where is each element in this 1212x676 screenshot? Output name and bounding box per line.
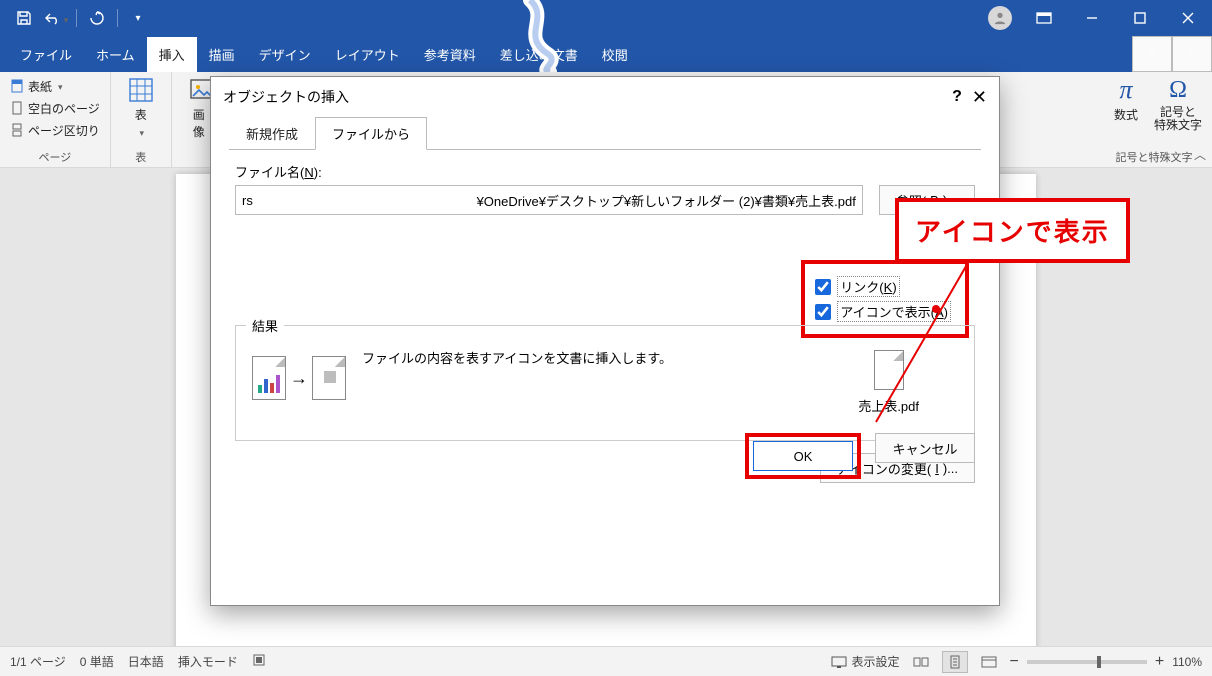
tab-draw[interactable]: 描画	[197, 37, 247, 72]
status-display-settings[interactable]: 表示設定	[831, 653, 899, 670]
account-avatar[interactable]	[988, 6, 1012, 30]
ok-button-highlight: OK	[745, 433, 861, 479]
title-bar: ▾	[0, 0, 1212, 36]
display-as-icon-checkbox[interactable]: アイコンで表示(A)	[815, 301, 951, 322]
filename-label: ファイル名(N):	[235, 162, 975, 181]
ribbon-display-icon[interactable]	[1020, 0, 1068, 36]
link-checkbox[interactable]: リンク(K)	[815, 276, 951, 297]
result-legend: 結果	[246, 316, 284, 335]
ribbon-group-label: ページ	[10, 147, 100, 165]
tab-create-new[interactable]: 新規作成	[229, 117, 315, 150]
status-words[interactable]: 0 単語	[80, 653, 114, 670]
tab-mailings[interactable]: 差し込み文書	[488, 37, 590, 72]
display-as-icon-checkbox-input[interactable]	[815, 304, 831, 320]
zoom-in-icon[interactable]: +	[1155, 653, 1164, 671]
ribbon-group-label: 記号と特殊文字	[1106, 147, 1202, 165]
qat-customize-icon[interactable]: ▾	[122, 4, 154, 32]
tab-design[interactable]: デザイン	[247, 37, 323, 72]
cancel-button[interactable]: キャンセル	[875, 433, 975, 463]
view-web-icon[interactable]	[976, 651, 1002, 673]
dialog-close-icon[interactable]: ✕	[972, 87, 987, 108]
zoom-slider[interactable]	[1027, 660, 1147, 664]
insert-object-dialog: オブジェクトの挿入 ? ✕ 新規作成 ファイルから ファイル名(N): rs ¥…	[210, 76, 1000, 606]
callout-pointer-dot	[932, 305, 940, 313]
result-description: ファイルの内容を表すアイコンを文書に挿入します。	[362, 342, 672, 367]
comments-icon[interactable]	[1172, 36, 1212, 72]
status-macro-icon[interactable]	[252, 653, 266, 670]
ribbon-group-label: 表	[121, 147, 161, 165]
ribbon-collapse-icon[interactable]: ︿	[1194, 146, 1206, 163]
tab-file[interactable]: ファイル	[8, 37, 84, 72]
dialog-tabs: 新規作成 ファイルから	[211, 117, 999, 150]
tab-review[interactable]: 校閲	[590, 37, 640, 72]
callout-label: アイコンで表示	[895, 198, 1130, 263]
save-icon[interactable]	[8, 4, 40, 32]
ribbon-equation-button[interactable]: π 数式	[1106, 76, 1146, 147]
view-read-icon[interactable]	[908, 651, 934, 673]
ribbon-table-button[interactable]: 表	[121, 76, 161, 147]
undo-icon[interactable]	[40, 4, 72, 32]
tab-home[interactable]: ホーム	[84, 37, 147, 72]
ribbon-group-pages: 表紙 空白のページ ページ区切り ページ	[0, 72, 111, 167]
ribbon-group-table: 表 表	[111, 72, 172, 167]
share-icon[interactable]	[1132, 36, 1172, 72]
maximize-icon[interactable]	[1116, 0, 1164, 36]
status-insert-mode[interactable]: 挿入モード	[178, 653, 238, 670]
dialog-titlebar: オブジェクトの挿入 ? ✕	[211, 77, 999, 117]
ribbon-blank-page[interactable]: 空白のページ	[10, 98, 100, 118]
status-language[interactable]: 日本語	[128, 653, 164, 670]
zoom-percent[interactable]: 110%	[1172, 655, 1202, 669]
tab-insert[interactable]: 挿入	[147, 37, 197, 72]
result-icon-graphic: →	[252, 356, 346, 400]
icon-preview-filename: 売上表.pdf	[858, 396, 919, 415]
ok-button[interactable]: OK	[753, 441, 853, 471]
filename-input[interactable]: rs ¥OneDrive¥デスクトップ¥新しいフォルダー (2)¥書類¥売上表.…	[235, 185, 863, 215]
tab-from-file[interactable]: ファイルから	[315, 117, 427, 150]
tab-references[interactable]: 参考資料	[412, 37, 488, 72]
status-page[interactable]: 1/1 ページ	[10, 653, 66, 670]
status-bar: 1/1 ページ 0 単語 日本語 挿入モード 表示設定 − + 110%	[0, 646, 1212, 676]
dialog-title: オブジェクトの挿入	[223, 87, 349, 107]
close-icon[interactable]	[1164, 0, 1212, 36]
zoom-out-icon[interactable]: −	[1010, 653, 1019, 671]
ribbon-page-break[interactable]: ページ区切り	[10, 120, 100, 140]
menu-bar: ファイル ホーム 挿入 描画 デザイン レイアウト 参考資料 差し込み文書 校閲	[0, 36, 1212, 72]
ribbon-symbol-button[interactable]: Ω 記号と 特殊文字	[1154, 76, 1202, 147]
minimize-icon[interactable]	[1068, 0, 1116, 36]
link-checkbox-input[interactable]	[815, 279, 831, 295]
redo-icon[interactable]	[81, 4, 113, 32]
dialog-help-icon[interactable]: ?	[952, 88, 962, 106]
icon-preview: 売上表.pdf	[858, 350, 919, 415]
ribbon-cover-page[interactable]: 表紙	[10, 76, 100, 96]
tab-layout[interactable]: レイアウト	[323, 37, 412, 72]
view-print-icon[interactable]	[942, 651, 968, 673]
